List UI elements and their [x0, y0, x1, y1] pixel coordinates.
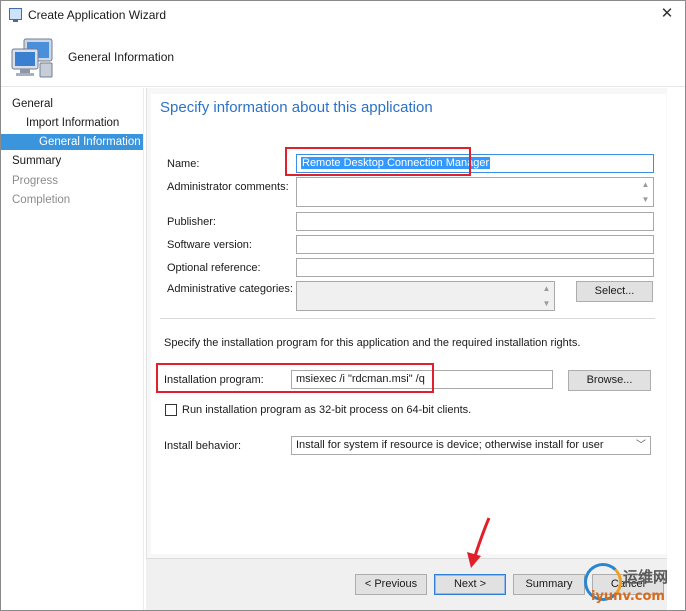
run-32bit-checkbox[interactable] [165, 404, 177, 416]
admin-categories-field: ▲ ▼ [296, 281, 555, 311]
name-label: Name: [167, 158, 200, 170]
software-version-label: Software version: [167, 239, 252, 251]
nav-item-progress: Progress [12, 175, 59, 187]
window-title: Create Application Wizard [28, 8, 167, 22]
next-button[interactable]: Next > [434, 574, 506, 595]
nav-item-general[interactable]: General [1, 96, 143, 112]
computer-monitor-icon [11, 38, 53, 78]
publisher-label: Publisher: [167, 216, 216, 228]
red-arrow-icon [467, 517, 491, 568]
wizard-window: Create Application Wizard ✕ General Info… [0, 0, 686, 611]
software-version-field[interactable] [296, 235, 654, 254]
close-button[interactable]: ✕ [657, 5, 677, 23]
app-window-icon [9, 8, 22, 22]
publisher-field[interactable] [296, 212, 654, 231]
nav-item-summary[interactable]: Summary [1, 153, 143, 169]
scroll-down-icon[interactable]: ▼ [641, 195, 650, 204]
scroll-up-icon[interactable]: ▲ [641, 180, 650, 189]
install-behavior-label: Install behavior: [164, 440, 242, 452]
wizard-nav: General Import Information General Infor… [1, 88, 144, 610]
install-behavior-select[interactable]: Install for system if resource is device… [291, 436, 651, 455]
nav-item-general-information[interactable]: General Information [1, 134, 143, 150]
admin-categories-scrollbar: ▲ ▼ [539, 282, 554, 310]
watermark-cn-text: 运维网 [623, 569, 669, 586]
admin-comments-field[interactable]: ▲ ▼ [296, 177, 654, 207]
install-program-highlight-box [156, 363, 434, 393]
page-heading: Specify information about this applicati… [160, 99, 433, 116]
section-divider [160, 318, 655, 319]
chevron-down-icon: ﹀ [636, 440, 646, 451]
watermark-en-text: iyunv.com [591, 589, 665, 604]
nav-item-import-information[interactable]: Import Information [1, 115, 143, 131]
admin-comments-scrollbar[interactable]: ▲ ▼ [638, 178, 653, 206]
optional-reference-label: Optional reference: [167, 262, 261, 274]
optional-reference-field[interactable] [296, 258, 654, 277]
admin-comments-label: Administrator comments: [167, 181, 289, 193]
wizard-header: General Information [1, 29, 685, 87]
install-instruction-text: Specify the installation program for thi… [164, 337, 581, 349]
previous-button[interactable]: < Previous [355, 574, 427, 595]
run-32bit-label: Run installation program as 32-bit proce… [182, 404, 472, 416]
admin-categories-label: Administrative categories: [167, 283, 293, 295]
scroll-up-icon: ▲ [542, 284, 551, 293]
select-button[interactable]: Select... [576, 281, 653, 302]
install-behavior-value: Install for system if resource is device… [296, 439, 604, 451]
browse-button[interactable]: Browse... [568, 370, 651, 391]
summary-button[interactable]: Summary [513, 574, 585, 595]
header-title: General Information [68, 50, 175, 64]
title-bar[interactable]: Create Application Wizard ✕ [1, 1, 685, 29]
nav-item-completion: Completion [12, 194, 71, 206]
name-highlight-box [285, 147, 471, 176]
scroll-down-icon: ▼ [542, 299, 551, 308]
